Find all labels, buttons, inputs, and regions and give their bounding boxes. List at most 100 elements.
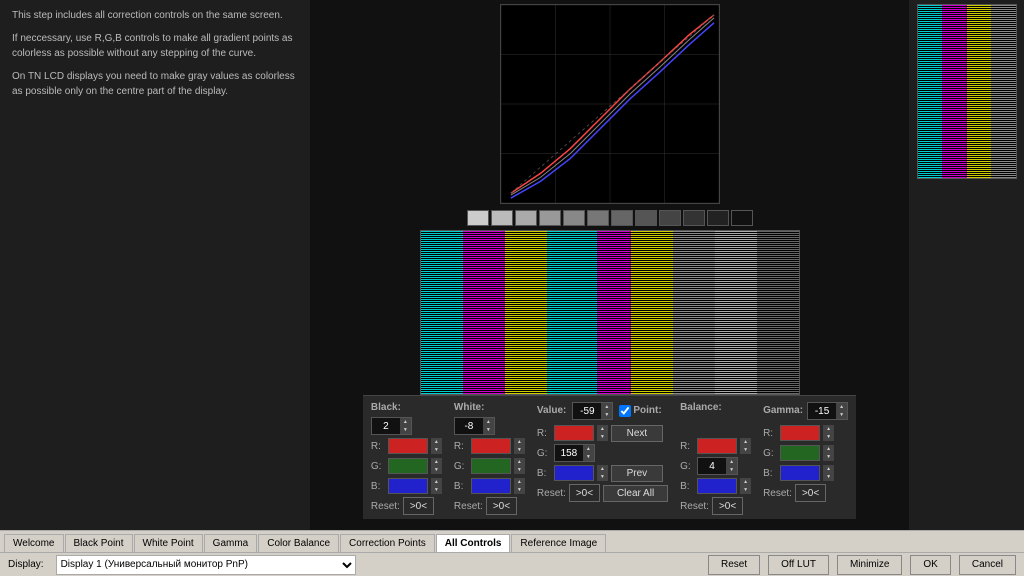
white-spin[interactable]: ▲ ▼ xyxy=(454,417,495,435)
b-label-balance: B: xyxy=(680,481,694,492)
white-r-up[interactable]: ▲ xyxy=(514,438,525,446)
off-lut-button[interactable]: Off LUT xyxy=(768,555,829,575)
black-g-up[interactable]: ▲ xyxy=(431,458,442,466)
gamma-g-down[interactable]: ▼ xyxy=(823,453,834,461)
value-spin[interactable]: ▲ ▼ xyxy=(572,402,613,420)
tab-welcome[interactable]: Welcome xyxy=(4,534,64,552)
gamma-spin[interactable]: ▲ ▼ xyxy=(807,402,848,420)
minimize-button[interactable]: Minimize xyxy=(837,555,902,575)
reset-label-balance: Reset: xyxy=(680,501,709,512)
white-input[interactable] xyxy=(455,418,483,434)
gamma-label: Gamma: xyxy=(763,405,803,416)
value-b-up[interactable]: ▲ xyxy=(597,465,608,473)
value-g-input[interactable] xyxy=(555,445,583,461)
white-g-up[interactable]: ▲ xyxy=(514,458,525,466)
gamma-up[interactable]: ▲ xyxy=(836,403,847,411)
tab-white-point[interactable]: White Point xyxy=(134,534,203,552)
cancel-button[interactable]: Cancel xyxy=(959,555,1016,575)
black-b-up[interactable]: ▲ xyxy=(431,478,442,486)
black-spin[interactable]: ▲ ▼ xyxy=(371,417,412,435)
ok-button[interactable]: OK xyxy=(910,555,950,575)
white-g-swatch xyxy=(471,458,511,474)
white-g-down[interactable]: ▼ xyxy=(514,466,525,474)
value-up[interactable]: ▲ xyxy=(601,403,612,411)
balance-g-input[interactable] xyxy=(698,458,726,474)
gamma-b-up[interactable]: ▲ xyxy=(823,465,834,473)
white-down[interactable]: ▼ xyxy=(483,426,494,434)
value-r-up[interactable]: ▲ xyxy=(597,425,608,433)
white-b-down[interactable]: ▼ xyxy=(514,486,525,494)
black-reset-btn[interactable]: >0< xyxy=(403,497,434,515)
right-bar-cyan xyxy=(918,5,943,178)
gamma-down[interactable]: ▼ xyxy=(836,411,847,419)
balance-b-down[interactable]: ▼ xyxy=(740,486,751,494)
balance-g-up[interactable]: ▲ xyxy=(726,458,737,466)
tab-all-controls[interactable]: All Controls xyxy=(436,534,511,552)
reset-button[interactable]: Reset xyxy=(708,555,760,575)
center-panel: Black: ▲ ▼ R: xyxy=(310,0,909,530)
right-bar-gray xyxy=(991,5,1016,178)
status-bar: Display: Display 1 (Универсальный монито… xyxy=(0,552,1024,576)
gamma-g-up[interactable]: ▲ xyxy=(823,445,834,453)
main-color-chart xyxy=(420,230,800,395)
tab-bar: Welcome Black Point White Point Gamma Co… xyxy=(0,530,1024,552)
black-up[interactable]: ▲ xyxy=(400,418,411,426)
tab-color-balance[interactable]: Color Balance xyxy=(258,534,339,552)
black-r-up[interactable]: ▲ xyxy=(431,438,442,446)
swatch-gray6 xyxy=(587,210,609,226)
white-b-up[interactable]: ▲ xyxy=(514,478,525,486)
balance-r-up[interactable]: ▲ xyxy=(740,438,751,446)
clear-all-button[interactable]: Clear All xyxy=(603,485,668,502)
black-down[interactable]: ▼ xyxy=(400,426,411,434)
black-g-down[interactable]: ▼ xyxy=(431,466,442,474)
gamma-input[interactable] xyxy=(808,403,836,419)
tab-black-point[interactable]: Black Point xyxy=(65,534,133,552)
bar-yellow xyxy=(505,231,547,394)
black-b-down[interactable]: ▼ xyxy=(431,486,442,494)
value-down[interactable]: ▼ xyxy=(601,411,612,419)
white-r-down[interactable]: ▼ xyxy=(514,446,525,454)
black-input[interactable] xyxy=(372,418,400,434)
display-label: Display: xyxy=(8,559,44,570)
gamma-chart xyxy=(500,4,720,204)
balance-reset-btn[interactable]: >0< xyxy=(712,497,743,515)
all-controls-section: Black: ▲ ▼ R: xyxy=(363,395,856,519)
gamma-b-swatch xyxy=(780,465,820,481)
balance-g-down[interactable]: ▼ xyxy=(726,466,737,474)
instruction-text-2: If neccessary, use R,G,B controls to mak… xyxy=(12,31,298,61)
balance-g-spin[interactable]: ▲ ▼ xyxy=(697,457,738,475)
r-label-black: R: xyxy=(371,441,385,452)
point-checkbox[interactable] xyxy=(619,405,631,417)
value-g-up[interactable]: ▲ xyxy=(583,445,594,453)
reset-label-value: Reset: xyxy=(537,488,566,499)
g-label-value: G: xyxy=(537,448,551,459)
gamma-reset-btn[interactable]: >0< xyxy=(795,484,826,502)
r-label-gamma: R: xyxy=(763,428,777,439)
value-r-down[interactable]: ▼ xyxy=(597,433,608,441)
balance-label: Balance: xyxy=(680,402,751,413)
bar-magenta xyxy=(463,231,505,394)
display-select[interactable]: Display 1 (Универсальный монитор PnP) xyxy=(56,555,356,575)
gamma-b-down[interactable]: ▼ xyxy=(823,473,834,481)
balance-b-swatch xyxy=(697,478,737,494)
balance-b-up[interactable]: ▲ xyxy=(740,478,751,486)
swatch-gray10 xyxy=(683,210,705,226)
prev-button[interactable]: Prev xyxy=(611,465,663,482)
tab-gamma[interactable]: Gamma xyxy=(204,534,258,552)
gamma-r-up[interactable]: ▲ xyxy=(823,425,834,433)
black-r-down[interactable]: ▼ xyxy=(431,446,442,454)
gamma-r-down[interactable]: ▼ xyxy=(823,433,834,441)
reset-label-gamma: Reset: xyxy=(763,488,792,499)
tab-correction-points[interactable]: Correction Points xyxy=(340,534,435,552)
b-label-value: B: xyxy=(537,468,551,479)
value-reset-btn[interactable]: >0< xyxy=(569,484,600,502)
value-input[interactable] xyxy=(573,403,601,419)
balance-r-down[interactable]: ▼ xyxy=(740,446,751,454)
next-button[interactable]: Next xyxy=(611,425,663,442)
value-b-down[interactable]: ▼ xyxy=(597,473,608,481)
white-up[interactable]: ▲ xyxy=(483,418,494,426)
white-reset-btn[interactable]: >0< xyxy=(486,497,517,515)
value-g-spin[interactable]: ▲ ▼ xyxy=(554,444,595,462)
tab-reference-image[interactable]: Reference Image xyxy=(511,534,606,552)
value-g-down[interactable]: ▼ xyxy=(583,453,594,461)
